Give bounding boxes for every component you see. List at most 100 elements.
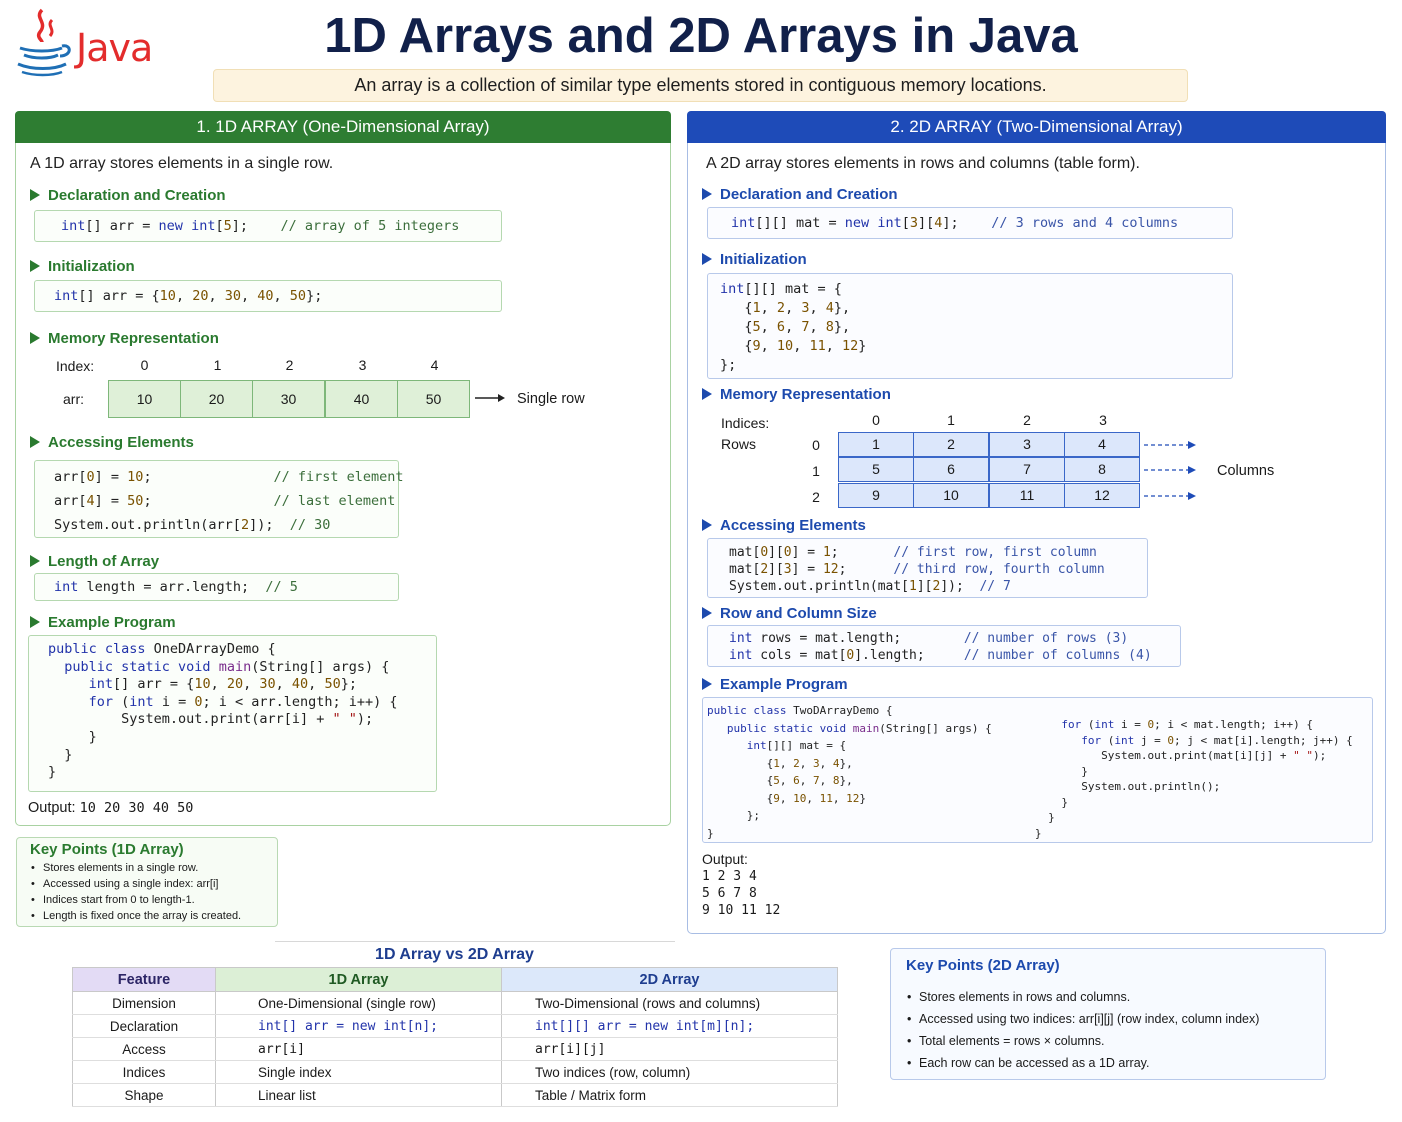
code-2d-declaration: int[][] mat = new int[3][4]; // 3 rows a… <box>707 207 1233 239</box>
table-row: Access arr[i] arr[i][j] <box>72 1037 838 1061</box>
table-cell: Two-Dimensional (rows and columns) <box>501 991 838 1015</box>
memory-1d-note: Single row <box>517 391 585 407</box>
comparison-title: 1D Array vs 2D Array <box>375 946 534 963</box>
memory-1d-arr-label: arr: <box>63 391 84 407</box>
table-row: Shape Linear list Table / Matrix form <box>72 1083 838 1107</box>
triangle-right-icon <box>30 260 40 272</box>
section-1d-example: Example Program <box>30 614 176 631</box>
key-point-item: Stores elements in rows and columns. <box>907 986 1259 1008</box>
key-point-item: Accessed using a single index: arr[i] <box>31 876 241 892</box>
memory-2d-cell: 7 <box>989 457 1065 482</box>
key-points-1d-title: Key Points (1D Array) <box>30 841 184 858</box>
memory-1d-cell: 30 <box>252 380 325 418</box>
memory-2d-row-index: 1 <box>812 463 820 479</box>
triangle-right-icon <box>702 388 712 400</box>
comparison-divider <box>275 941 675 942</box>
key-points-2d-list: Stores elements in rows and columns. Acc… <box>907 986 1259 1074</box>
panel-2d-heading: 2. 2D ARRAY (Two-Dimensional Array) <box>687 111 1386 143</box>
output-2d-line: 5 6 7 8 <box>702 886 757 901</box>
panel-2d-intro: A 2D array stores elements in rows and c… <box>706 155 1140 172</box>
arrow-right-icon <box>475 394 505 402</box>
triangle-right-icon <box>702 519 712 531</box>
key-points-2d-title: Key Points (2D Array) <box>906 957 1060 974</box>
triangle-right-icon <box>30 616 40 628</box>
comparison-table: Feature 1D Array 2D Array Dimension One-… <box>72 967 838 1107</box>
triangle-right-icon <box>702 253 712 265</box>
output-2d-line: 9 10 11 12 <box>702 903 781 918</box>
memory-2d-cell: 12 <box>1064 483 1140 508</box>
memory-2d-row-index: 2 <box>812 489 820 505</box>
memory-1d-index: 4 <box>430 357 439 373</box>
panel-1d-heading: 1. 1D ARRAY (One-Dimensional Array) <box>15 111 671 143</box>
key-points-2d: Key Points (2D Array) Stores elements in… <box>890 948 1326 1080</box>
table-cell: int[] arr = new int[n]; <box>215 1014 502 1038</box>
section-2d-declaration: Declaration and Creation <box>702 186 898 203</box>
comparison-header: 2D Array <box>501 967 838 992</box>
memory-2d-cell: 1 <box>838 432 914 457</box>
subtitle: An array is a collection of similar type… <box>213 69 1188 102</box>
table-row: Declaration int[] arr = new int[n]; int[… <box>72 1014 838 1038</box>
code-2d-example: public class TwoDArrayDemo { public stat… <box>702 697 1373 843</box>
output-2d-label: Output: <box>702 851 748 867</box>
memory-1d-cell: 50 <box>397 380 470 418</box>
section-2d-example: Example Program <box>702 676 848 693</box>
key-point-item: Accessed using two indices: arr[i][j] (r… <box>907 1008 1259 1030</box>
memory-2d-rows-label: Rows <box>721 436 757 452</box>
key-point-item: Stores elements in a single row. <box>31 860 241 876</box>
section-1d-memory: Memory Representation <box>30 330 219 347</box>
memory-2d-row-index: 0 <box>812 437 820 453</box>
table-cell: Table / Matrix form <box>501 1083 838 1107</box>
table-cell: arr[i] <box>215 1037 502 1061</box>
memory-1d-index: 0 <box>140 357 149 373</box>
table-cell: Dimension <box>72 991 216 1015</box>
key-points-1d-list: Stores elements in a single row. Accesse… <box>31 860 241 924</box>
memory-2d-cell: 6 <box>913 457 989 482</box>
triangle-right-icon <box>30 189 40 201</box>
table-cell: Single index <box>215 1060 502 1084</box>
memory-2d-cell: 5 <box>838 457 914 482</box>
memory-2d-col-index: 3 <box>1099 412 1107 428</box>
section-1d-accessing: Accessing Elements <box>30 434 194 451</box>
triangle-right-icon <box>30 555 40 567</box>
comparison-header-row: Feature 1D Array 2D Array <box>72 967 838 992</box>
triangle-right-icon <box>702 607 712 619</box>
code-1d-initialization: int[] arr = {10, 20, 30, 40, 50}; <box>34 280 502 312</box>
section-2d-size: Row and Column Size <box>702 605 877 622</box>
memory-2d-col-index: 0 <box>872 412 880 428</box>
code-2d-example-right: for (int i = 0; i < mat.length; i++) { f… <box>1034 718 1353 840</box>
triangle-right-icon <box>702 188 712 200</box>
memory-1d-index: 1 <box>213 357 222 373</box>
page-title: 1D Arrays and 2D Arrays in Java <box>324 9 1078 63</box>
panel-1d-intro: A 1D array stores elements in a single r… <box>30 155 334 172</box>
memory-2d-cell: 4 <box>1064 432 1140 457</box>
triangle-right-icon <box>30 332 40 344</box>
code-2d-initialization: int[][] mat = { {1, 2, 3, 4}, {5, 6, 7, … <box>707 273 1233 379</box>
section-2d-initialization: Initialization <box>702 251 807 268</box>
table-cell: Access <box>72 1037 216 1061</box>
dashed-arrows-icon <box>1144 441 1196 500</box>
memory-1d-cell: 20 <box>180 380 253 418</box>
table-cell: arr[i][j] <box>501 1037 838 1061</box>
code-1d-accessing: arr[0] = 10; // first element arr[4] = 5… <box>34 460 404 538</box>
key-point-item: Indices start from 0 to length-1. <box>31 892 241 908</box>
code-1d-length: int length = arr.length; // 5 <box>34 573 399 601</box>
code-2d-size: int rows = mat.length; // number of rows… <box>707 625 1181 667</box>
key-points-1d: Key Points (1D Array) Stores elements in… <box>16 837 278 927</box>
table-cell: Indices <box>72 1060 216 1084</box>
memory-2d-cell: 8 <box>1064 457 1140 482</box>
comparison-header: Feature <box>72 967 216 992</box>
memory-2d-col-index: 2 <box>1023 412 1031 428</box>
memory-2d-cell: 2 <box>913 432 989 457</box>
triangle-right-icon <box>702 678 712 690</box>
section-2d-memory: Memory Representation <box>702 386 891 403</box>
memory-2d-cell: 3 <box>989 432 1065 457</box>
section-1d-initialization: Initialization <box>30 258 135 275</box>
table-cell: One-Dimensional (single row) <box>215 991 502 1015</box>
memory-2d-col-index: 1 <box>947 412 955 428</box>
memory-1d-index: 2 <box>285 357 294 373</box>
memory-1d-cell: 10 <box>108 380 181 418</box>
table-row: Dimension One-Dimensional (single row) T… <box>72 991 838 1015</box>
output-2d-line: 1 2 3 4 <box>702 869 757 884</box>
table-cell: Declaration <box>72 1014 216 1038</box>
table-cell: Two indices (row, column) <box>501 1060 838 1084</box>
